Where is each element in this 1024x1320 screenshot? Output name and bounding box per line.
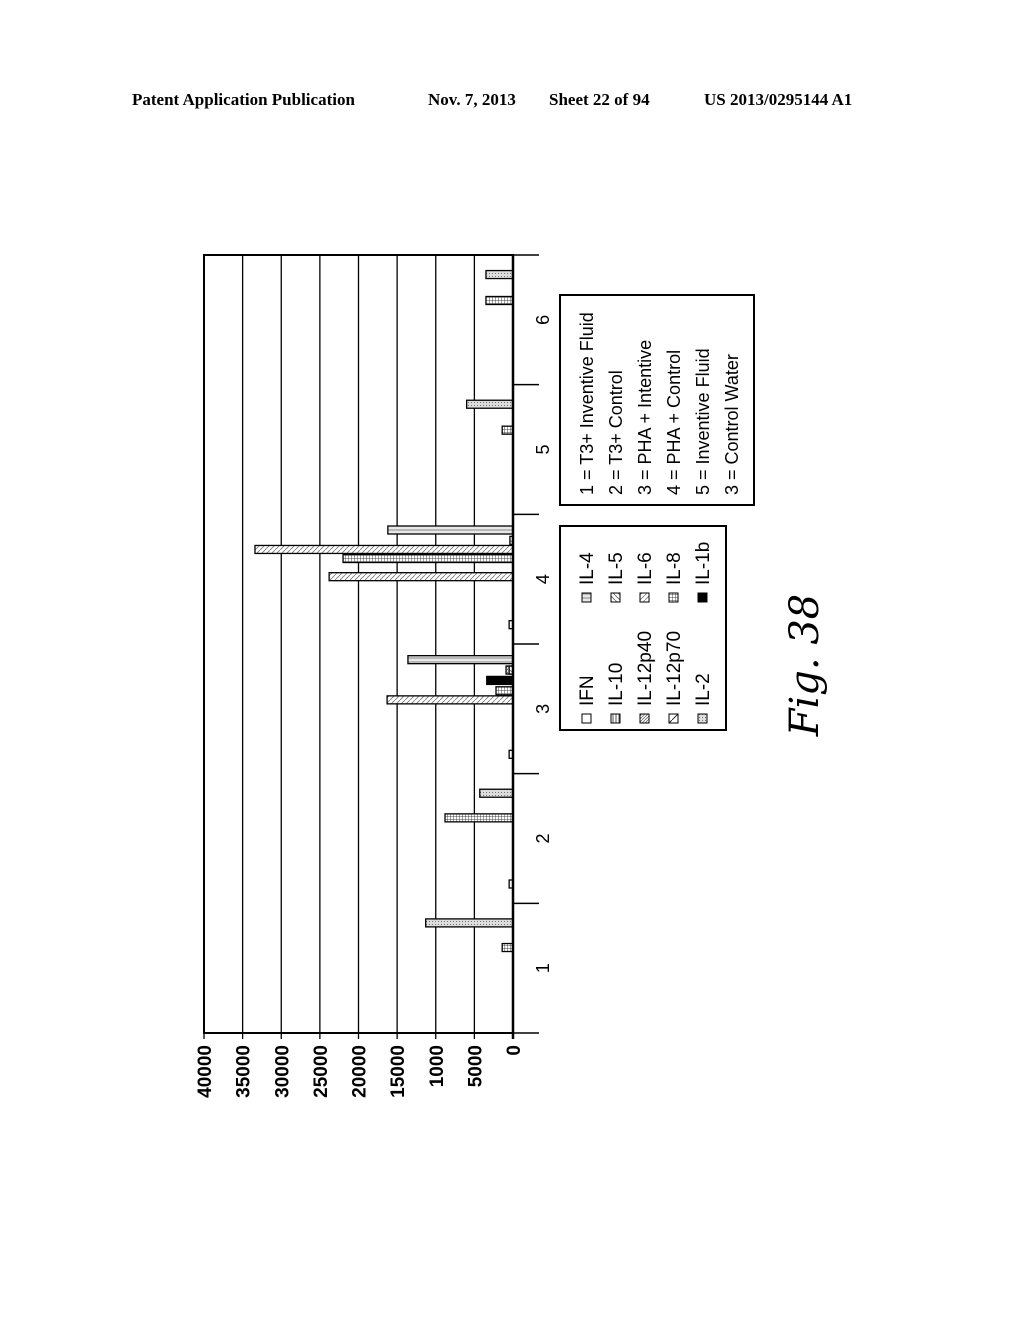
- category-label: 6: [533, 315, 553, 325]
- legend-swatch: [697, 713, 708, 724]
- legend-entry: IFN: [577, 675, 598, 706]
- bar-il-8: [485, 295, 514, 306]
- bar-il-8: [495, 686, 514, 696]
- legend-entry: IL-12p40: [635, 631, 656, 706]
- legend-group-entry: 5 = Inventive Fluid: [693, 348, 713, 495]
- value-tick-label: 1000: [427, 1045, 448, 1087]
- legend-group-entry: 4 = PHA + Control: [664, 350, 684, 495]
- bar-il-4: [387, 525, 514, 535]
- category-label: 2: [533, 833, 553, 843]
- legend-swatch: [610, 592, 621, 603]
- value-tick-label: 30000: [272, 1045, 293, 1098]
- bar-il-8: [501, 425, 514, 435]
- bar-il-6: [254, 544, 514, 555]
- legend-entry: IL-1b: [693, 542, 714, 585]
- legend-group-entry: 3 = PHA + Intentive: [635, 340, 655, 495]
- value-tick-label: 25000: [311, 1045, 332, 1098]
- bar-il-8: [444, 813, 514, 823]
- legend-swatch: [639, 592, 650, 603]
- figure-label-text: Fig. 38: [782, 593, 828, 737]
- value-tick-label: 35000: [234, 1045, 255, 1098]
- legend-swatch: [581, 592, 592, 603]
- value-tick-label: 5000: [465, 1045, 486, 1087]
- legend-swatch: [668, 713, 679, 724]
- legend-entry: IL-5: [606, 552, 627, 585]
- category-label: 5: [533, 444, 553, 454]
- legend-entry: IL-4: [577, 552, 598, 585]
- bar-il-8: [501, 942, 514, 953]
- value-tick-label: 0: [504, 1045, 525, 1056]
- value-tick-label: 20000: [350, 1045, 371, 1098]
- legend-group-entry: 3 = Control Water: [722, 354, 742, 495]
- bar-il-2: [425, 918, 514, 928]
- bar-il-12-hatched-group-4-: [328, 572, 514, 582]
- category-label: 3: [533, 704, 553, 714]
- bar-il-1b: [486, 675, 514, 686]
- legend-swatch: [581, 713, 592, 724]
- legend-swatch: [610, 713, 621, 724]
- value-tick-label: 15000: [388, 1045, 409, 1098]
- legend-entry: IL-10: [606, 663, 627, 706]
- value-tick-label: 40000: [195, 1045, 216, 1098]
- category-label: 4: [533, 574, 553, 584]
- bar-il-8: [342, 553, 514, 564]
- legend-entry: IL-12p70: [664, 631, 685, 706]
- legend-entry: IL-6: [635, 552, 656, 585]
- bar-il-2: [465, 399, 514, 409]
- legend-group-entry: 1 = T3+ Inventive Fluid: [577, 312, 597, 495]
- bar-il-4: [407, 655, 514, 665]
- bar-chart: 0 5000 1000 15000 20000 25000 30000 35000 40000 1…: [195, 254, 755, 1098]
- category-label: 1: [533, 963, 553, 973]
- bar-il-2: [485, 269, 514, 280]
- legend-entry: IL-8: [664, 552, 685, 585]
- legend-entry: IL-2: [693, 673, 714, 706]
- bar-il-6: [386, 695, 514, 705]
- legend-swatch: [639, 713, 650, 724]
- figure-label: Fig. 38: [770, 594, 840, 736]
- legend-swatch: [697, 592, 708, 603]
- legend-swatch: [668, 592, 679, 603]
- bar-il-2: [479, 788, 514, 798]
- legend-group-entry: 2 = T3+ Control: [606, 370, 626, 495]
